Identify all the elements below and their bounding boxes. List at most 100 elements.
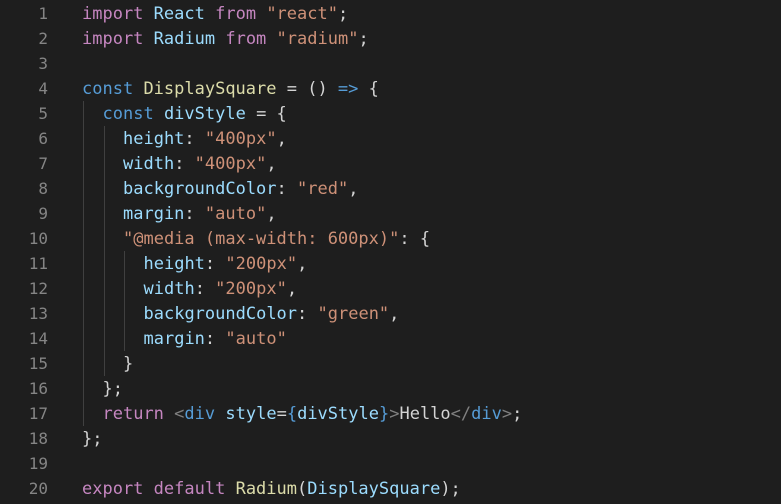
code-line[interactable]: 13 backgroundColor: "green", bbox=[0, 301, 781, 326]
code-line[interactable]: 9 margin: "auto", bbox=[0, 201, 781, 226]
code-token: backgroundColor bbox=[123, 178, 277, 199]
code-token: : bbox=[276, 178, 298, 199]
line-number: 18 bbox=[28, 429, 48, 448]
code-editor[interactable]: 1 import React from "react"; 2 import Radiu… bbox=[0, 0, 781, 504]
code-token: Hello bbox=[399, 403, 451, 424]
code-token: : bbox=[204, 328, 226, 349]
line-number: 14 bbox=[28, 329, 48, 348]
code-token: from bbox=[215, 3, 257, 24]
code-token: < bbox=[174, 403, 185, 424]
indent-guide bbox=[83, 176, 84, 201]
code-line[interactable]: 5 const divStyle = { bbox=[0, 101, 781, 126]
code-token: "red" bbox=[297, 178, 349, 199]
code-text: height: "200px", bbox=[82, 251, 307, 276]
indent-guide bbox=[83, 126, 84, 151]
code-token: div bbox=[184, 403, 216, 424]
code-text: }; bbox=[82, 376, 123, 401]
indent-guide bbox=[103, 151, 105, 176]
code-token: "400px" bbox=[204, 128, 277, 149]
code-line[interactable]: 16}; bbox=[0, 376, 781, 401]
line-number: 17 bbox=[28, 404, 48, 423]
code-token: import bbox=[82, 3, 144, 24]
code-line[interactable]: 6 height: "400px", bbox=[0, 126, 781, 151]
line-number: 19 bbox=[28, 454, 48, 473]
code-line[interactable]: 11 height: "200px", bbox=[0, 251, 781, 276]
code-token: } bbox=[123, 353, 134, 374]
code-text: import Radium from "radium"; bbox=[82, 26, 369, 51]
code-line[interactable]: 19 bbox=[0, 451, 781, 476]
code-token: div bbox=[471, 403, 502, 424]
code-line[interactable]: 7 width: "400px", bbox=[0, 151, 781, 176]
code-line[interactable]: 10 "@media (max-width: 600px)": { bbox=[0, 226, 781, 251]
code-token: : { bbox=[399, 228, 431, 249]
code-token: ; bbox=[337, 3, 349, 24]
code-line[interactable]: 3 bbox=[0, 51, 781, 76]
indent-guide bbox=[103, 276, 105, 301]
code-token: , bbox=[348, 178, 359, 199]
code-token: = () bbox=[276, 78, 338, 99]
code-text: backgroundColor: "red", bbox=[82, 176, 358, 201]
code-token: margin bbox=[143, 328, 205, 349]
code-token: import bbox=[82, 28, 144, 49]
code-token: > bbox=[389, 403, 400, 424]
code-token: : bbox=[184, 203, 205, 224]
code-line[interactable]: 2 import Radium from "radium"; bbox=[0, 26, 781, 51]
code-line[interactable]: 12 width: "200px", bbox=[0, 276, 781, 301]
indent-guide bbox=[83, 226, 84, 251]
indent-guide bbox=[83, 351, 84, 376]
code-text: export default Radium(DisplaySquare); bbox=[82, 476, 461, 501]
code-token: , bbox=[297, 253, 308, 274]
line-number: 10 bbox=[28, 229, 48, 248]
code-text: }; bbox=[82, 426, 102, 451]
code-token: </ bbox=[450, 403, 472, 424]
line-number: 1 bbox=[38, 4, 48, 23]
code-token: export bbox=[82, 478, 144, 499]
code-token: : bbox=[174, 153, 195, 174]
line-number: 5 bbox=[38, 104, 48, 123]
code-text: margin: "auto" bbox=[82, 326, 287, 351]
code-line[interactable]: 18}; bbox=[0, 426, 781, 451]
line-number: 11 bbox=[28, 254, 48, 273]
code-token: "radium" bbox=[276, 28, 359, 49]
code-line[interactable]: 15} bbox=[0, 351, 781, 376]
code-text: backgroundColor: "green", bbox=[82, 301, 399, 326]
code-token: React bbox=[153, 3, 205, 24]
code-line[interactable]: 20 export default Radium(DisplaySquare); bbox=[0, 476, 781, 501]
code-token: => bbox=[337, 78, 359, 99]
indent-guide bbox=[103, 176, 105, 201]
code-line[interactable]: 14 margin: "auto" bbox=[0, 326, 781, 351]
code-token: default bbox=[153, 478, 226, 499]
indent-guide bbox=[103, 201, 105, 226]
code-line[interactable]: 1 import React from "react"; bbox=[0, 1, 781, 26]
line-number: 15 bbox=[28, 354, 48, 373]
code-token: }; bbox=[82, 428, 103, 449]
code-token: "200px" bbox=[225, 253, 298, 274]
code-token: Radium bbox=[153, 28, 216, 49]
code-line[interactable]: 4 const DisplaySquare = () => { bbox=[0, 76, 781, 101]
code-text: "@media (max-width: 600px)": { bbox=[82, 226, 430, 251]
code-token: return bbox=[102, 403, 164, 424]
code-token: { bbox=[358, 78, 379, 99]
line-number: 6 bbox=[38, 129, 48, 148]
code-line[interactable]: 8 backgroundColor: "red", bbox=[0, 176, 781, 201]
code-token: const bbox=[102, 103, 154, 124]
indent-guide bbox=[83, 101, 84, 126]
code-token: }; bbox=[102, 378, 123, 399]
code-text: const divStyle = { bbox=[82, 101, 287, 126]
code-token: = bbox=[276, 403, 287, 424]
code-token: , bbox=[389, 303, 400, 324]
line-number: 16 bbox=[28, 379, 48, 398]
line-number: 4 bbox=[38, 79, 48, 98]
indent-guide bbox=[124, 251, 125, 276]
code-token: "200px" bbox=[215, 278, 287, 299]
code-line[interactable]: 17 return < div style ={divStyle} > Hello </di… bbox=[0, 401, 781, 426]
code-token: , bbox=[266, 203, 277, 224]
code-text: return < div style ={divStyle} > Hello </div >… bbox=[82, 401, 522, 426]
line-number: 8 bbox=[38, 179, 48, 198]
code-token: style bbox=[225, 403, 277, 424]
indent-guide bbox=[124, 276, 125, 301]
